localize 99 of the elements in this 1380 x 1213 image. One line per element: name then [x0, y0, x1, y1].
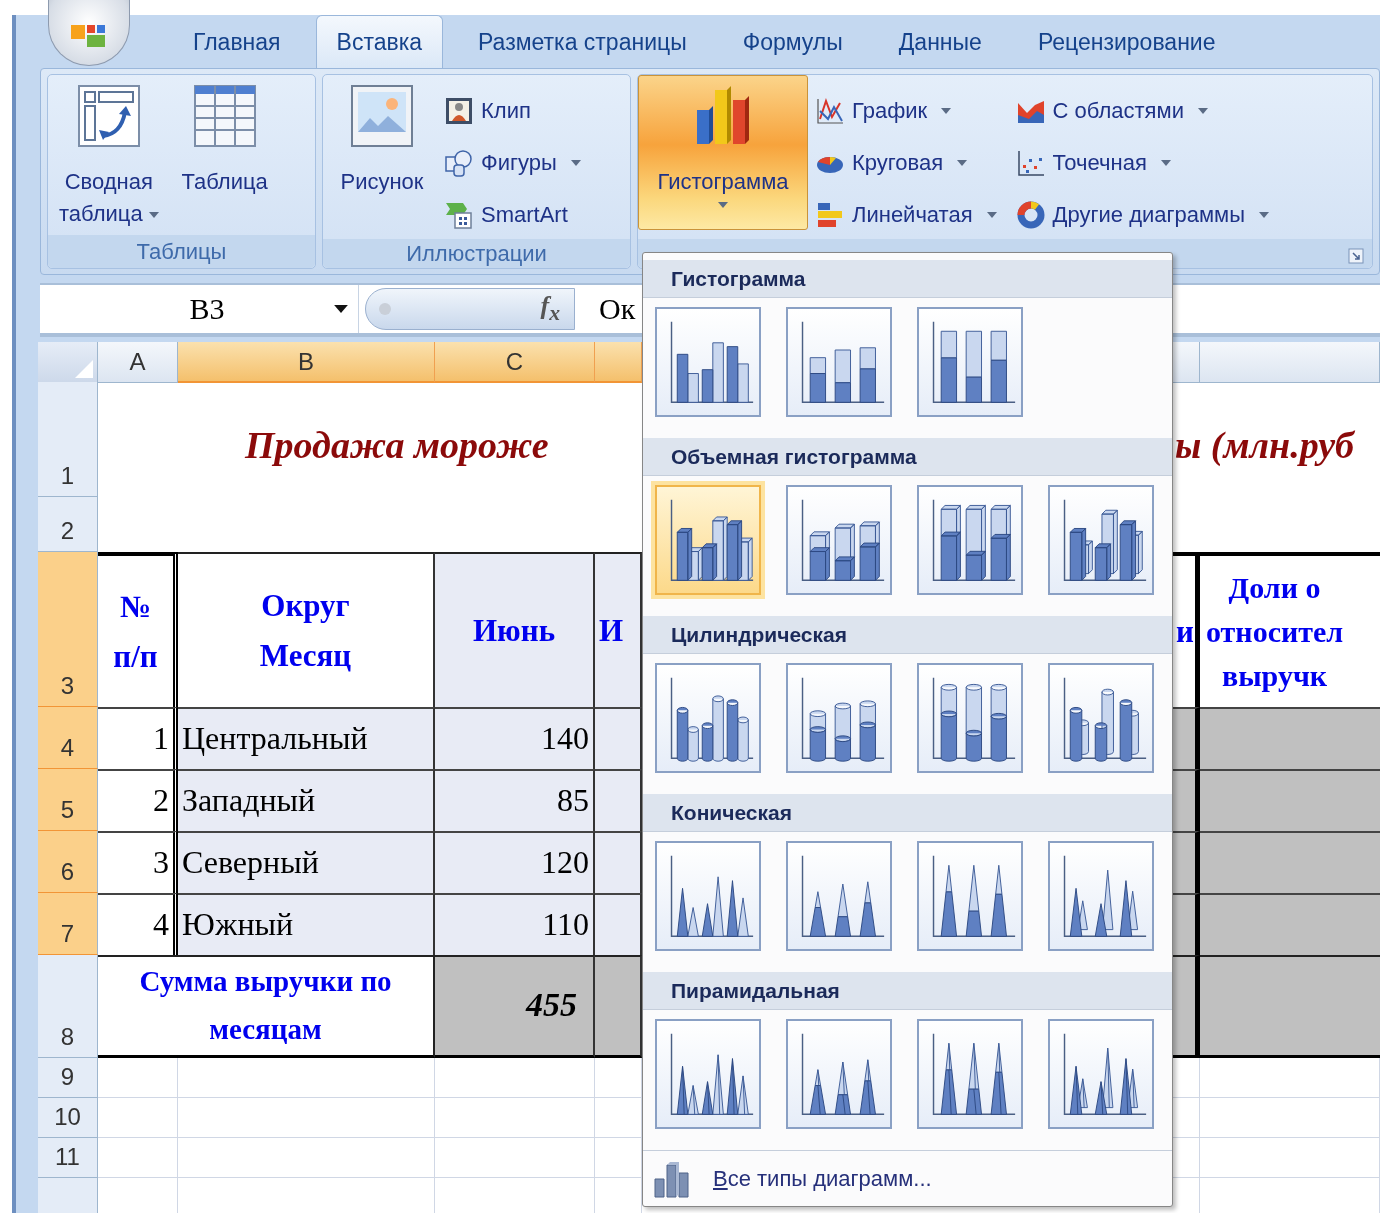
section-heading: Коническая — [643, 794, 1172, 832]
table-cell: Северный — [178, 831, 435, 893]
row-header[interactable]: 3 — [38, 552, 98, 707]
sheet-title: Продажа мороже — [245, 422, 549, 467]
ribbon-tab[interactable]: Главная — [172, 15, 302, 68]
chart-type-button[interactable] — [786, 307, 892, 417]
sheet-title: ы (млн.руб — [1175, 422, 1354, 467]
insert-function-button[interactable]: f$_{x}$ — [536, 291, 564, 327]
row-header[interactable]: 7 — [38, 893, 98, 955]
table-cell: 140 — [435, 707, 595, 769]
column-header[interactable]: C — [435, 342, 595, 383]
section-heading: Объемная гистограмма — [643, 438, 1172, 476]
table-header-cell: И — [595, 552, 642, 707]
row-header[interactable]: 2 — [38, 497, 98, 552]
ribbon-button[interactable]: SmartArt — [441, 191, 585, 239]
ribbon-button[interactable]: График — [812, 87, 1001, 135]
ribbon-tab[interactable]: Данные — [877, 15, 1003, 68]
chart-type-button[interactable] — [786, 663, 892, 773]
row-header[interactable]: 11 — [38, 1138, 98, 1178]
ribbon-button[interactable]: Клип — [441, 87, 585, 135]
section-heading: Цилиндрическая — [643, 616, 1172, 654]
line-chart-icon — [816, 97, 844, 125]
triangle-icon — [73, 358, 93, 378]
ribbon-tab[interactable]: Вставка — [315, 15, 444, 68]
chart-type-button[interactable] — [917, 1019, 1023, 1129]
table-cell — [595, 707, 642, 769]
row-header[interactable]: 4 — [38, 707, 98, 769]
table-cell — [595, 831, 642, 893]
chart-type-button[interactable] — [786, 485, 892, 595]
row-header[interactable]: 1 — [38, 382, 98, 497]
table-cell: 455 — [435, 955, 595, 1058]
chart-type-button[interactable] — [1048, 663, 1154, 773]
ribbon-tab[interactable]: Разметка страницы — [457, 15, 708, 68]
column-header[interactable]: A — [98, 342, 178, 383]
table-cell — [1172, 707, 1200, 769]
table-cell: 120 — [435, 831, 595, 893]
diagram-icon — [445, 201, 473, 229]
chart-type-button[interactable] — [786, 1019, 892, 1129]
ribbon-tab[interactable]: Рецензирование — [1016, 15, 1237, 68]
ribbon-button[interactable]: Круговая — [812, 139, 1001, 187]
chart-type-button[interactable] — [917, 307, 1023, 417]
ribbon-button[interactable]: Линейчатая — [812, 191, 1001, 239]
chart-type-button[interactable] — [917, 663, 1023, 773]
table-cell — [595, 893, 642, 955]
chart-type-button[interactable] — [655, 841, 761, 951]
chart-type-button[interactable] — [1048, 485, 1154, 595]
table-header-cell: Июнь — [435, 552, 595, 707]
name-box[interactable]: B3 — [40, 285, 359, 333]
ribbon-button[interactable]: Сводная таблица — [52, 75, 166, 235]
chart-type-button[interactable] — [917, 841, 1023, 951]
table-cell — [1172, 769, 1200, 831]
table-cell — [595, 769, 642, 831]
dialog-launcher-icon[interactable] — [1348, 248, 1364, 264]
row-header[interactable]: 9 — [38, 1058, 98, 1098]
ribbon-button[interactable]: С областями — [1012, 87, 1274, 135]
group-label: Иллюстрации — [406, 240, 547, 267]
column-header[interactable] — [1172, 342, 1200, 383]
ribbon-button[interactable]: Другие диаграммы — [1012, 191, 1274, 239]
chart-type-button[interactable] — [655, 307, 761, 417]
group-label: Таблицы — [136, 238, 227, 265]
row-header[interactable]: 10 — [38, 1098, 98, 1138]
office-button[interactable] — [48, 0, 130, 66]
pivot-table-icon — [76, 84, 141, 148]
row-header[interactable]: 8 — [38, 955, 98, 1058]
chart-type-button[interactable] — [786, 841, 892, 951]
row-header[interactable]: 5 — [38, 769, 98, 831]
ribbon-button[interactable]: Фигуры — [441, 139, 585, 187]
column-header[interactable]: B — [178, 342, 435, 383]
ribbon-button[interactable]: Рисунок — [327, 75, 437, 203]
ribbon-tab[interactable]: Формулы — [721, 15, 864, 68]
chart-type-button[interactable] — [655, 1019, 761, 1129]
ribbon-button[interactable]: Таблица — [169, 75, 280, 203]
clip-art-icon — [445, 97, 473, 125]
donut-chart-icon — [1016, 201, 1045, 229]
ribbon-button[interactable]: Точечная — [1012, 139, 1274, 187]
horizontal-bar-chart-icon — [816, 201, 844, 229]
chart-type-button[interactable] — [917, 485, 1023, 595]
table-cell: Центральный — [178, 707, 435, 769]
scatter-chart-icon — [1016, 149, 1045, 177]
chart-type-button[interactable] — [655, 663, 761, 773]
section-heading: Гистограмма — [643, 260, 1172, 298]
dropdown-arrow-icon[interactable] — [334, 305, 348, 313]
table-header-cell: № п/п — [98, 552, 178, 707]
picture-icon — [350, 84, 414, 148]
section-heading: Пирамидальная — [643, 972, 1172, 1010]
table-icon — [192, 84, 257, 148]
resize-handle-icon[interactable] — [378, 302, 392, 316]
row-header[interactable]: 6 — [38, 831, 98, 893]
table-cell: Южный — [178, 893, 435, 955]
table-cell — [1172, 893, 1200, 955]
ribbon-button[interactable]: Гистограмма — [638, 75, 808, 230]
shapes-icon — [445, 149, 473, 177]
table-cell: 85 — [435, 769, 595, 831]
chart-type-button[interactable] — [1048, 841, 1154, 951]
table-cell: Западный — [178, 769, 435, 831]
table-cell — [1172, 831, 1200, 893]
table-cell: 110 — [435, 893, 595, 955]
more-charts-link[interactable]: Все типы диаграмм... — [713, 1165, 932, 1192]
chart-type-button[interactable] — [1048, 1019, 1154, 1129]
